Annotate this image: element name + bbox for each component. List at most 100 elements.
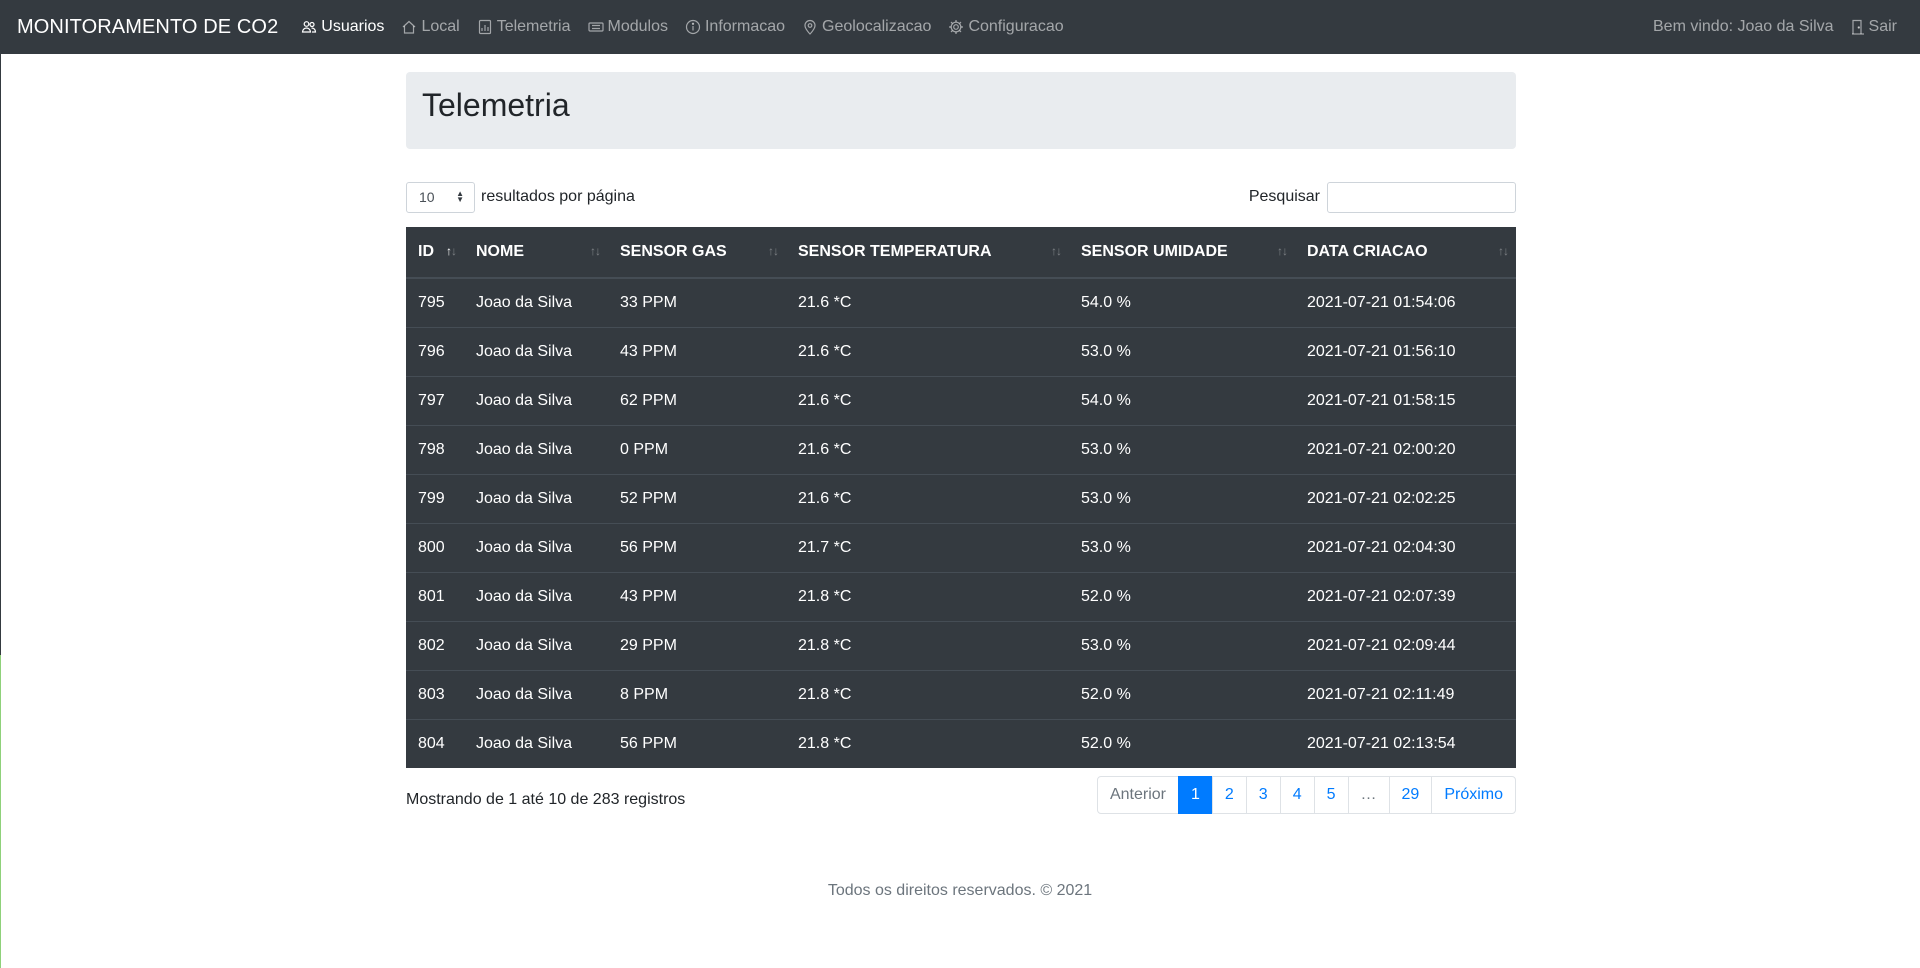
nav-item-telemetria[interactable]: Telemetria: [477, 18, 571, 36]
pagination-page-29[interactable]: 29: [1388, 776, 1433, 814]
column-header-id[interactable]: ID ↑↓: [406, 227, 464, 279]
column-header-label: SENSOR UMIDADE: [1081, 243, 1228, 260]
cell-nome: Joao da Silva: [464, 375, 608, 425]
cell-sensor-gas: 52 PPM: [608, 473, 786, 523]
telemetry-table: ID ↑↓ NOME ↑↓ SENSOR GAS ↑↓ SENSOR TEMPERAT…: [406, 227, 1516, 768]
nav-menu: Usuarios Local Telemetria Modulos Inform…: [301, 18, 1080, 36]
cell-sensor-temperatura: 21.8 *C: [786, 718, 1069, 768]
cell-sensor-temperatura: 21.6 *C: [786, 473, 1069, 523]
cell-sensor-gas: 8 PPM: [608, 669, 786, 719]
column-header-nome[interactable]: NOME ↑↓: [464, 227, 608, 279]
modules-icon: [587, 19, 604, 35]
pagination: Anterior 1 2 3 4 5 … 29 Próximo: [1096, 776, 1516, 814]
cell-id: 797: [406, 375, 464, 425]
search-label: Pesquisar: [1248, 188, 1320, 205]
cell-data-criacao: 2021-07-21 02:00:20: [1295, 424, 1516, 474]
logout-label: Sair: [1868, 18, 1897, 35]
nav-item-informacao[interactable]: Informacao: [685, 18, 785, 36]
sort-icon: ↑↓: [1498, 244, 1509, 258]
cell-data-criacao: 2021-07-21 01:58:15: [1295, 375, 1516, 425]
table-row: 797 Joao da Silva 62 PPM 21.6 *C 54.0 % …: [406, 375, 1516, 425]
chart-icon: [477, 19, 493, 35]
nav-item-label: Local: [421, 18, 460, 35]
table-body: 795 Joao da Silva 33 PPM 21.6 *C 54.0 % …: [406, 278, 1516, 768]
page-length-value: 10: [419, 189, 435, 205]
cell-sensor-gas: 62 PPM: [608, 375, 786, 425]
cell-sensor-temperatura: 21.8 *C: [786, 669, 1069, 719]
cell-id: 802: [406, 620, 464, 670]
user-area: Bem vindo: Joao da Silva Sair: [1653, 18, 1903, 36]
column-header-label: NOME: [476, 243, 524, 260]
sort-asc-icon: ↑↓: [446, 244, 457, 258]
cell-sensor-temperatura: 21.8 *C: [786, 620, 1069, 670]
door-icon: [1851, 19, 1865, 35]
pagination-page-3[interactable]: 3: [1245, 776, 1281, 814]
cell-nome: Joao da Silva: [464, 326, 608, 376]
table-controls: 10 ▲ ▼ resultados por página Pesquisar: [406, 181, 1516, 213]
cell-id: 796: [406, 326, 464, 376]
pagination-ellipsis: …: [1347, 776, 1390, 814]
column-header-sensor-gas[interactable]: SENSOR GAS ↑↓: [608, 227, 786, 279]
page-length-select[interactable]: 10 ▲ ▼: [406, 181, 475, 213]
table-row: 795 Joao da Silva 33 PPM 21.6 *C 54.0 % …: [406, 278, 1516, 327]
pagination-page-5[interactable]: 5: [1313, 776, 1349, 814]
page-length-control: 10 ▲ ▼ resultados por página: [406, 181, 635, 213]
cell-sensor-umidade: 53.0 %: [1069, 424, 1295, 474]
table-row: 796 Joao da Silva 43 PPM 21.6 *C 53.0 % …: [406, 326, 1516, 376]
table-row: 800 Joao da Silva 56 PPM 21.7 *C 53.0 % …: [406, 522, 1516, 572]
table-row: 801 Joao da Silva 43 PPM 21.8 *C 52.0 % …: [406, 571, 1516, 621]
cell-id: 799: [406, 473, 464, 523]
cell-sensor-umidade: 52.0 %: [1069, 718, 1295, 768]
cell-data-criacao: 2021-07-21 01:56:10: [1295, 326, 1516, 376]
info-icon: [685, 19, 701, 35]
welcome-text: Bem vindo: Joao da Silva: [1653, 18, 1834, 35]
table-footer: Mostrando de 1 até 10 de 283 registros A…: [406, 776, 1516, 814]
page-title: Telemetria: [422, 87, 570, 123]
nav-item-geolocalizacao[interactable]: Geolocalizacao: [802, 18, 931, 36]
logout-link[interactable]: Sair: [1851, 18, 1897, 36]
sort-icon: ↑↓: [768, 244, 779, 258]
cell-nome: Joao da Silva: [464, 473, 608, 523]
search-control: Pesquisar: [1248, 181, 1516, 213]
pagination-next[interactable]: Próximo: [1431, 776, 1516, 814]
column-header-label: DATA CRIACAO: [1307, 243, 1428, 260]
cell-nome: Joao da Silva: [464, 669, 608, 719]
cell-sensor-temperatura: 21.6 *C: [798, 293, 852, 311]
pagination-page-2[interactable]: 2: [1211, 776, 1247, 814]
cell-sensor-temperatura: 21.7 *C: [786, 522, 1069, 572]
cell-nome: Joao da Silva: [464, 571, 608, 621]
table-row: 803 Joao da Silva 8 PPM 21.8 *C 52.0 % 2…: [406, 669, 1516, 719]
nav-item-label: Geolocalizacao: [822, 18, 932, 35]
cell-sensor-umidade: 53.0 %: [1069, 473, 1295, 523]
cell-sensor-umidade: 54.0 %: [1081, 293, 1131, 311]
window-edge: [0, 0, 1, 968]
pagination-previous[interactable]: Anterior: [1096, 776, 1179, 814]
cell-sensor-umidade: 53.0 %: [1069, 326, 1295, 376]
cell-data-criacao: 2021-07-21 02:13:54: [1295, 718, 1516, 768]
cell-sensor-gas: 56 PPM: [608, 522, 786, 572]
page-footer: Todos os direitos reservados. © 2021: [0, 882, 1920, 900]
column-header-sensor-temperatura[interactable]: SENSOR TEMPERATURA ↑↓: [786, 227, 1069, 279]
pagination-page-1[interactable]: 1: [1177, 776, 1213, 814]
cell-id: 795: [418, 293, 445, 311]
column-header-data-criacao[interactable]: DATA CRIACAO ↑↓: [1295, 227, 1516, 279]
nav-item-local[interactable]: Local: [401, 18, 460, 36]
home-icon: [401, 19, 417, 35]
cell-sensor-umidade: 52.0 %: [1069, 669, 1295, 719]
brand-title[interactable]: MONITORAMENTO DE CO2: [17, 16, 278, 39]
nav-item-usuarios[interactable]: Usuarios: [301, 18, 384, 36]
gear-icon: [948, 19, 964, 35]
pagination-page-4[interactable]: 4: [1279, 776, 1315, 814]
column-header-sensor-umidade[interactable]: SENSOR UMIDADE ↑↓: [1069, 227, 1295, 279]
cell-id: 803: [406, 669, 464, 719]
cell-sensor-gas: 43 PPM: [608, 571, 786, 621]
search-input[interactable]: [1327, 181, 1516, 213]
nav-item-label: Telemetria: [496, 18, 571, 35]
nav-item-label: Informacao: [704, 18, 786, 35]
cell-nome: Joao da Silva: [464, 718, 608, 768]
nav-item-configuracao[interactable]: Configuracao: [948, 18, 1064, 36]
location-pin-icon: [802, 19, 818, 35]
cell-nome: Joao da Silva: [464, 424, 608, 474]
nav-item-modulos[interactable]: Modulos: [587, 18, 668, 36]
page-header: Telemetria: [406, 72, 1516, 149]
